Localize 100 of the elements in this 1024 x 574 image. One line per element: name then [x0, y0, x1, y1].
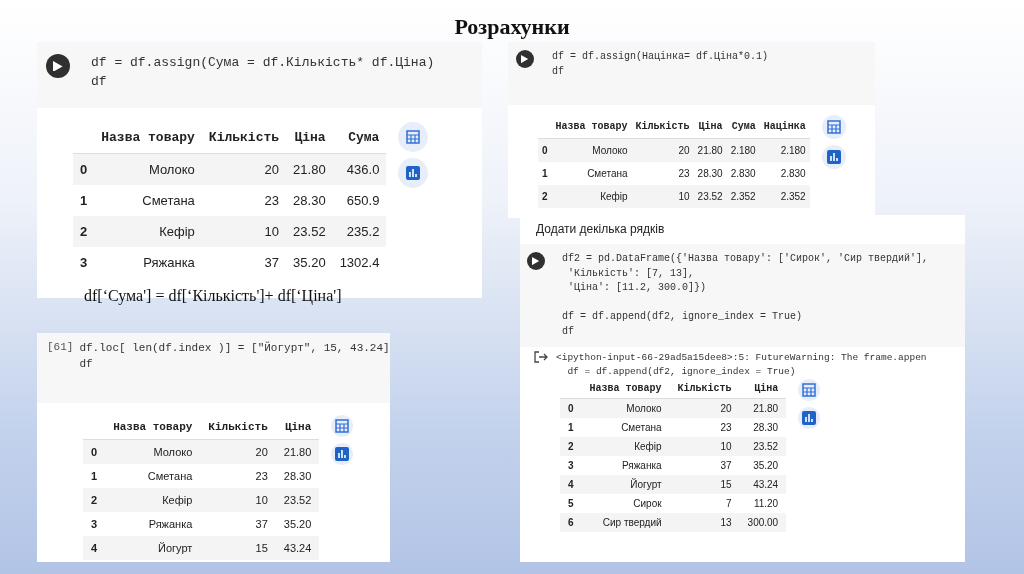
table-cell: Йогурт [581, 474, 670, 494]
row-index: 1 [73, 184, 95, 216]
table-cell: 20 [200, 439, 276, 464]
table-view-button[interactable] [331, 414, 354, 437]
bar-chart-icon [826, 150, 841, 164]
column-header: Назва товару [94, 121, 202, 154]
chart-button[interactable] [331, 442, 354, 465]
table-cell: 35.20 [739, 455, 787, 475]
row-index: 0 [73, 153, 95, 185]
table-cell: 35.20 [286, 246, 333, 278]
column-header: Ціна [693, 115, 727, 139]
bar-chart-icon [802, 410, 817, 425]
table-cell: 21.80 [739, 398, 787, 418]
section-heading: Додати декілька рядків [535, 221, 666, 238]
table-cell: Сир твердий [581, 512, 670, 532]
column-header: Кількість [201, 121, 287, 154]
column-header: Ціна [739, 378, 787, 399]
row-index: 3 [73, 246, 95, 278]
table-cell: Ряжанка [105, 511, 201, 536]
table-cell: 2.180 [726, 138, 760, 162]
row-index: 1 [538, 162, 552, 185]
table-cell: Молоко [94, 153, 202, 185]
table-cell: 37 [201, 246, 287, 278]
code-line: df [552, 64, 565, 79]
table-cell: 23 [631, 162, 694, 185]
table-view-button[interactable] [398, 121, 429, 152]
column-header: Ціна [286, 121, 333, 154]
table-cell: 2.830 [759, 162, 810, 185]
table-view-button[interactable] [821, 115, 846, 139]
table-cell: 10 [200, 487, 276, 512]
table-cell: 37 [200, 511, 276, 536]
table-cell: 28.30 [275, 463, 320, 488]
code-line: df2 = pd.DataFrame({'Назва товару': ['Сирок', 'Сир твердий'], [562, 252, 929, 266]
table-cell: 13 [669, 512, 740, 532]
code-line: 'Кількість': [7, 13], [567, 266, 696, 281]
column-header: Кількість [669, 378, 740, 399]
table-cell: 23 [200, 463, 276, 488]
table-cell: 15 [200, 535, 276, 560]
table-cell: Кефір [94, 215, 202, 247]
column-header: Націнка [759, 115, 810, 139]
row-index: 0 [83, 439, 106, 464]
table-cell: Молоко [551, 138, 632, 162]
table-cell: 35.20 [275, 511, 320, 536]
code-line: df.loc[ len(df.index )] = ["Йогурт", 15, 43.24] [79, 341, 390, 356]
code-line: df [91, 72, 108, 91]
row-index: 2 [83, 487, 106, 512]
column-header: Ціна [275, 414, 320, 440]
slide-title: Розрахунки [454, 14, 570, 40]
table-icon [802, 382, 817, 397]
table-cell: 300.00 [739, 512, 787, 532]
table-cell: Кефір [581, 436, 670, 456]
table-cell: 10 [631, 185, 694, 208]
code-line: df [562, 324, 575, 339]
table-icon [406, 129, 421, 144]
table-icon [335, 418, 350, 433]
table-cell: Йогурт [105, 535, 201, 560]
table-cell: 28.30 [286, 184, 333, 216]
code-line: df = df.append(df2, ignore_index = True) [562, 310, 804, 324]
table-cell: 23 [201, 184, 287, 216]
table-cell: 235.2 [332, 215, 387, 247]
table-cell: 650.9 [332, 184, 387, 216]
table-cell: 23.52 [275, 487, 320, 512]
chart-button[interactable] [821, 145, 846, 169]
table-cell: 7 [669, 493, 740, 513]
table-cell: 436.0 [332, 153, 387, 185]
row-index: 0 [560, 398, 582, 418]
table-cell: 43.24 [739, 474, 787, 494]
table-cell: 23.52 [693, 185, 727, 208]
table-cell: 15 [669, 474, 740, 494]
table-cell: Сметана [581, 417, 670, 437]
table-cell: 10 [201, 215, 287, 247]
table-cell: 2.180 [759, 138, 810, 162]
run-button[interactable] [46, 54, 70, 78]
play-icon [53, 60, 63, 72]
table-cell: 20 [631, 138, 694, 162]
table-cell: Сметана [551, 162, 632, 185]
table-cell: Молоко [105, 439, 201, 464]
table-cell: Кефір [551, 185, 632, 208]
table-cell: 1302.4 [332, 246, 387, 278]
run-button[interactable] [527, 252, 545, 270]
row-index: 4 [83, 535, 106, 560]
chart-button[interactable] [798, 406, 821, 429]
chart-button[interactable] [398, 157, 429, 188]
run-button[interactable] [516, 50, 534, 68]
table-view-button[interactable] [798, 378, 821, 401]
code-line: df = df.assign(Націнка= df.Ціна*0.1) [552, 50, 769, 64]
row-index: 6 [560, 512, 582, 532]
table-cell: 2.352 [726, 185, 760, 208]
column-header: Кількість [631, 115, 694, 139]
code-line: df [79, 356, 94, 372]
table-cell: Ряжанка [581, 455, 670, 475]
table-cell: 2.352 [759, 185, 810, 208]
table-cell: 28.30 [693, 162, 727, 185]
column-header: Сума [726, 115, 760, 139]
row-index: 4 [560, 474, 582, 494]
table-cell: 10 [669, 436, 740, 456]
table-cell: Сметана [94, 184, 202, 216]
row-index: 1 [83, 463, 106, 488]
table-cell: 20 [201, 153, 287, 185]
bar-chart-icon [335, 446, 350, 461]
